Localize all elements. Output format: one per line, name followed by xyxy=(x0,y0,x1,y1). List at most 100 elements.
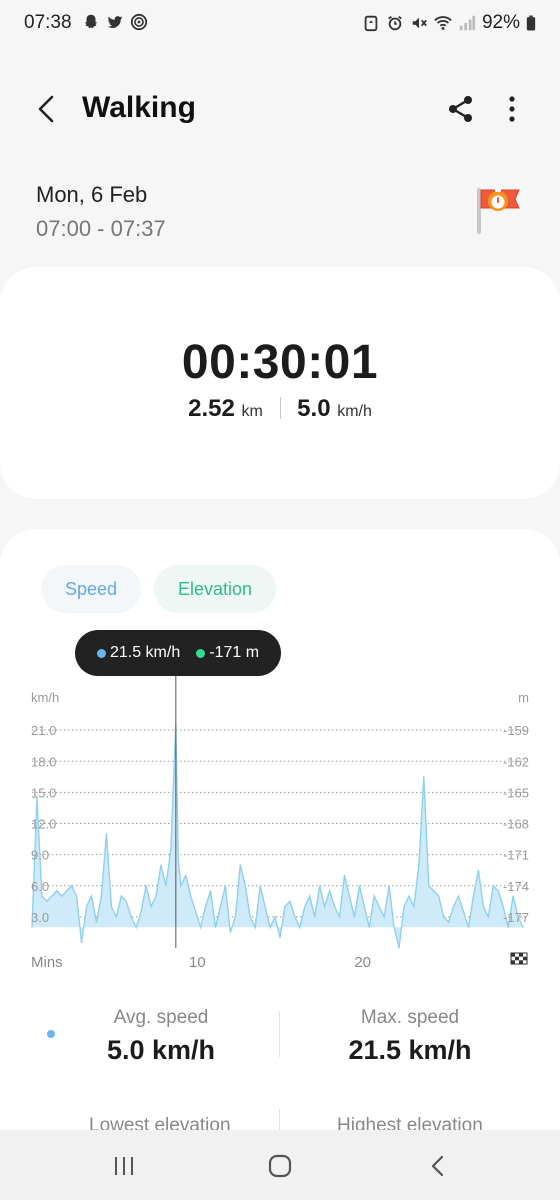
speed-tab[interactable]: Speed xyxy=(41,565,141,613)
left-tick-label: 9.0 xyxy=(31,848,49,863)
data-point xyxy=(338,916,341,918)
tooltip-elevation: -171 m xyxy=(209,644,260,661)
data-point xyxy=(130,916,132,918)
left-tick-label: 21.0 xyxy=(31,723,56,738)
data-point xyxy=(398,947,400,949)
data-point xyxy=(200,926,202,928)
app-bar: Walking xyxy=(0,76,560,144)
data-point xyxy=(467,926,470,928)
right-tick-label: -171 xyxy=(503,848,529,863)
right-tick-label: -177 xyxy=(503,910,529,925)
data-point xyxy=(81,942,83,944)
speed-dot xyxy=(96,648,106,658)
data-point xyxy=(269,926,271,928)
signal-icon xyxy=(459,15,476,31)
data-point xyxy=(324,905,326,908)
session-time-range: 07:00 - 07:37 xyxy=(36,216,166,241)
elevation-dot xyxy=(196,648,206,658)
data-point xyxy=(76,895,78,897)
x-tick-label: 10 xyxy=(189,954,206,969)
elevation-tab[interactable]: Elevation xyxy=(154,565,276,613)
data-point xyxy=(190,895,192,897)
home-button[interactable] xyxy=(260,1146,300,1186)
data-point xyxy=(512,895,514,897)
avg-speed-marker xyxy=(47,1030,55,1038)
data-point xyxy=(487,916,489,918)
data-point xyxy=(177,859,179,861)
data-point xyxy=(219,905,222,908)
stats-divider xyxy=(279,397,281,419)
data-point xyxy=(234,916,236,918)
data-point xyxy=(418,864,420,866)
summary-card: 00:30:01 2.52 km 5.0 km/h xyxy=(0,267,560,499)
data-point xyxy=(140,911,142,913)
speed-value: 5.0 xyxy=(297,395,331,422)
data-point xyxy=(443,916,445,918)
data-point xyxy=(100,895,102,897)
data-point xyxy=(343,874,346,876)
recycle-icon xyxy=(364,15,378,32)
max-speed-metric: Max. speed 21.5 km/h xyxy=(320,1007,500,1066)
data-point xyxy=(249,916,251,918)
more-options-icon[interactable] xyxy=(500,92,524,126)
data-point xyxy=(120,895,122,897)
data-point xyxy=(289,900,291,902)
data-point xyxy=(368,926,370,928)
data-point xyxy=(259,885,261,887)
back-button[interactable] xyxy=(418,1146,458,1186)
right-tick-label: -162 xyxy=(503,754,529,769)
back-arrow-icon[interactable] xyxy=(30,92,64,126)
data-point xyxy=(46,900,48,902)
data-point xyxy=(205,905,207,908)
data-point xyxy=(353,916,355,918)
data-point xyxy=(413,905,415,908)
data-point xyxy=(383,916,385,918)
system-nav-bar xyxy=(0,1130,560,1200)
data-point xyxy=(125,900,127,902)
battery-percent: 92% xyxy=(481,12,520,33)
metric-divider xyxy=(279,1011,280,1057)
data-point xyxy=(244,885,246,887)
left-tick-label: 15.0 xyxy=(31,785,56,800)
data-point xyxy=(438,895,440,897)
data-point xyxy=(185,874,187,876)
chart-tooltip: 21.5 km/h -171 m xyxy=(75,630,281,676)
workout-flag-icon xyxy=(477,188,520,234)
summary-stats: 2.52 km 5.0 km/h xyxy=(0,395,560,423)
distance-value: 2.52 xyxy=(188,395,235,422)
data-point xyxy=(229,931,231,933)
recents-button[interactable] xyxy=(104,1146,144,1186)
data-point xyxy=(433,890,435,892)
data-point xyxy=(492,885,494,887)
data-point xyxy=(294,916,296,918)
data-point xyxy=(304,905,306,908)
data-point xyxy=(334,905,336,908)
share-icon[interactable] xyxy=(444,92,478,126)
avg-speed-label: Avg. speed xyxy=(113,1007,209,1028)
speed-unit: km/h xyxy=(337,403,372,420)
speed-elevation-chart[interactable]: 21.0 -159 18.0 -162 15.0 -165 12.0 -168 9.0 -171 6… xyxy=(0,669,560,969)
data-point xyxy=(95,921,98,923)
nfc-icon xyxy=(130,13,148,31)
data-point xyxy=(363,905,365,908)
right-tick-label: -174 xyxy=(503,879,529,894)
data-point xyxy=(279,937,281,939)
home-icon xyxy=(268,1154,292,1178)
x-tick-label: 20 xyxy=(354,954,371,969)
data-point xyxy=(61,895,63,897)
workout-duration: 00:30:01 xyxy=(181,336,379,389)
distance-unit: km xyxy=(241,403,263,420)
data-point xyxy=(472,895,474,897)
data-point xyxy=(145,885,147,887)
recents-icon xyxy=(115,1157,133,1175)
data-point xyxy=(150,905,152,908)
data-point xyxy=(527,669,529,670)
left-tick-label: 18.0 xyxy=(31,754,56,769)
data-point xyxy=(507,926,509,928)
data-point xyxy=(373,895,375,897)
right-tick-label: -159 xyxy=(503,723,529,738)
data-point xyxy=(239,864,241,866)
data-point xyxy=(41,895,43,897)
alarm-icon xyxy=(388,15,402,31)
data-point xyxy=(403,905,405,908)
